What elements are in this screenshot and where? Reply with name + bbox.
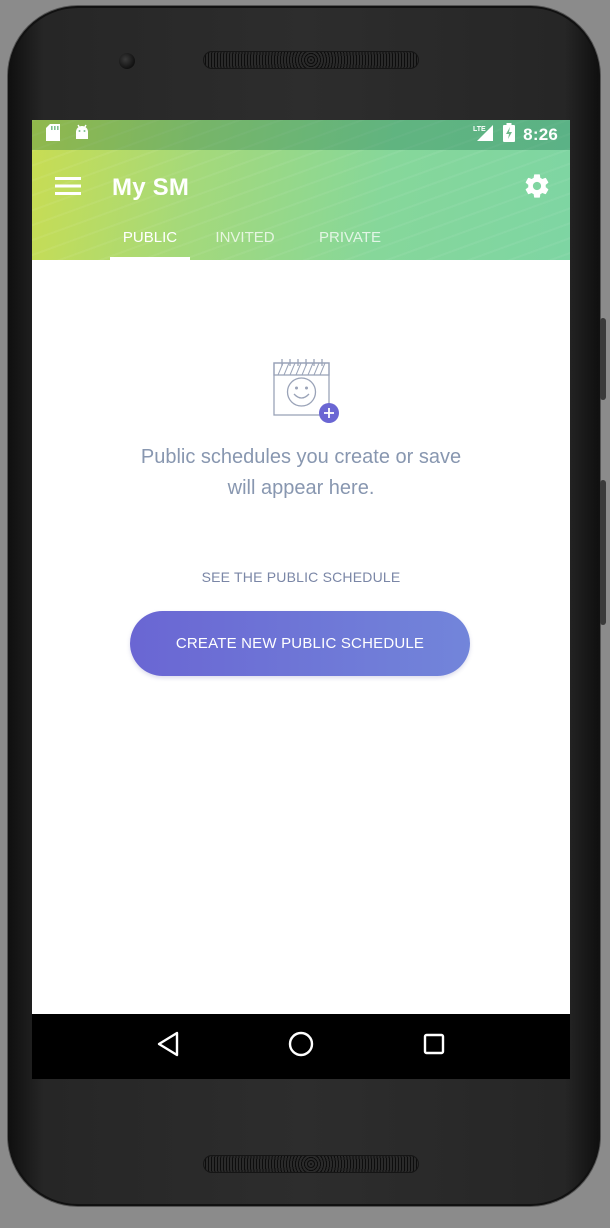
settings-button[interactable] [522, 173, 552, 203]
recents-square-icon [422, 1032, 446, 1061]
empty-state-line-2: will appear here. [227, 477, 375, 499]
system-nav-bar [32, 1014, 570, 1079]
volume-rocker[interactable] [600, 480, 606, 625]
app-bar: LTE 8:26 My SM PUBLIC INVITED PRIVATE [32, 120, 570, 260]
toolbar: My SM [32, 150, 570, 226]
see-public-schedule-link[interactable]: SEE THE PUBLIC SCHEDULE [32, 569, 570, 585]
tab-private[interactable]: PRIVATE [300, 226, 400, 260]
status-clock: 8:26 [523, 125, 558, 144]
front-camera [119, 53, 135, 69]
screen: LTE 8:26 My SM PUBLIC INVITED PRIVATE Pu… [32, 120, 570, 1079]
gear-icon [523, 172, 551, 205]
hamburger-menu-icon [55, 176, 81, 201]
calendar-smile-add-icon [272, 358, 342, 428]
menu-button[interactable] [54, 174, 82, 202]
home-circle-icon [287, 1030, 315, 1063]
lte-signal-icon: LTE [473, 124, 495, 147]
sd-card-icon [46, 124, 60, 146]
empty-state-line-1: Public schedules you create or save [140, 446, 462, 468]
top-speaker-grille [203, 51, 419, 69]
tab-public[interactable]: PUBLIC [110, 226, 190, 260]
bottom-speaker-grille [203, 1155, 419, 1173]
empty-state-message: Public schedules you create or save will… [32, 442, 570, 504]
svg-text:LTE: LTE [473, 126, 486, 133]
page-title: My SM [112, 174, 190, 201]
back-button[interactable] [148, 1027, 188, 1067]
create-public-schedule-button[interactable]: CREATE NEW PUBLIC SCHEDULE [130, 611, 470, 676]
android-icon [74, 124, 90, 146]
tab-invited[interactable]: INVITED [190, 226, 300, 260]
battery-charging-icon [503, 123, 516, 147]
tab-bar: PUBLIC INVITED PRIVATE [110, 226, 400, 260]
recents-button[interactable] [414, 1027, 454, 1067]
status-bar: LTE 8:26 [32, 120, 570, 150]
power-button[interactable] [600, 318, 606, 400]
back-triangle-icon [156, 1031, 180, 1062]
home-button[interactable] [281, 1027, 321, 1067]
